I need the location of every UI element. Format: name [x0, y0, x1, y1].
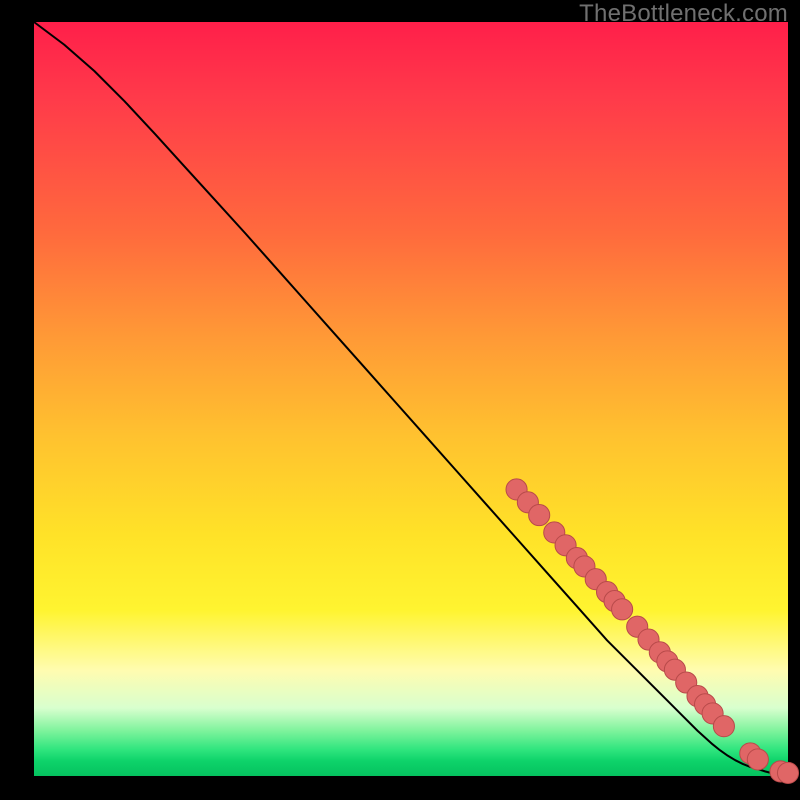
chart-stage: TheBottleneck.com: [0, 0, 800, 800]
data-marker: [529, 505, 550, 526]
data-marker: [713, 716, 734, 737]
data-marker: [747, 749, 768, 770]
data-marker: [777, 762, 798, 783]
chart-overlay: [34, 22, 788, 776]
data-markers: [506, 479, 799, 784]
plot-area: [34, 22, 788, 776]
data-marker: [612, 599, 633, 620]
